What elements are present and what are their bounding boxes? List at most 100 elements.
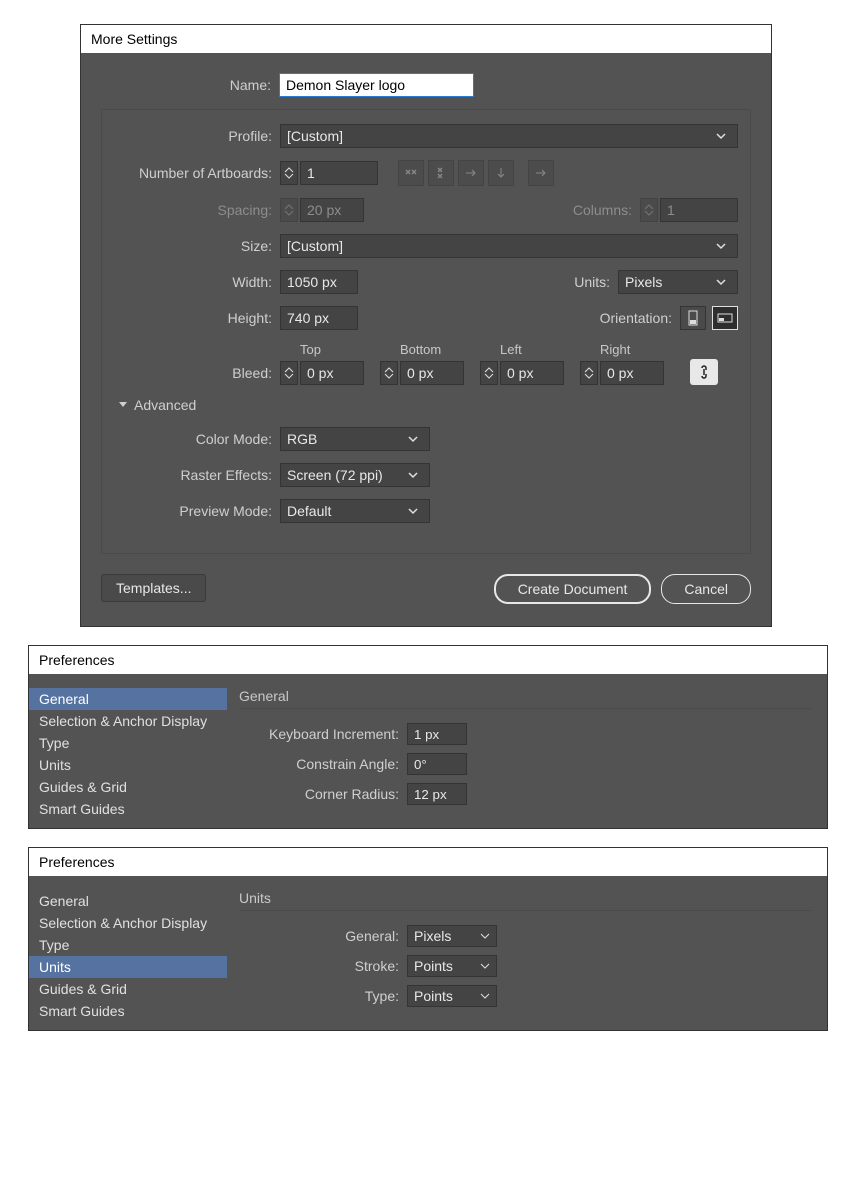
profile-dropdown[interactable]: [Custom] [280,124,738,148]
bleed-left-label: Left [480,342,564,357]
sidebar-item-guides-grid[interactable]: Guides & Grid [29,776,227,798]
orientation-portrait-button[interactable] [680,306,706,330]
bleed-label: Bleed: [114,365,280,385]
bleed-right-stepper[interactable] [580,361,598,385]
dialog-title: More Settings [81,25,771,53]
units-general-label: General: [239,928,407,944]
sidebar-item-type[interactable]: Type [29,934,227,956]
profile-label: Profile: [114,128,280,144]
corner-radius-label: Corner Radius: [239,786,407,802]
sidebar-item-guides-grid[interactable]: Guides & Grid [29,978,227,1000]
chevron-down-icon [407,469,419,481]
size-value: [Custom] [287,238,343,254]
preferences-sidebar: General Selection & Anchor Display Type … [29,876,227,1030]
create-document-button[interactable]: Create Document [494,574,652,604]
sidebar-item-units[interactable]: Units [29,956,227,978]
bleed-left-input[interactable] [500,361,564,385]
height-input[interactable] [280,306,358,330]
chevron-down-icon [480,958,490,974]
corner-radius-input[interactable] [407,783,467,805]
width-input[interactable] [280,270,358,294]
arrange-col-down-icon[interactable] [488,160,514,186]
constrain-angle-input[interactable] [407,753,467,775]
bleed-bottom-input[interactable] [400,361,464,385]
bleed-link-button[interactable] [690,359,718,385]
preview-mode-dropdown[interactable]: Default [280,499,430,523]
cancel-button[interactable]: Cancel [661,574,751,604]
settings-group: Profile: [Custom] Number of Artboards: [101,109,751,554]
chevron-down-icon [715,130,727,142]
profile-value: [Custom] [287,128,343,144]
orientation-landscape-button[interactable] [712,306,738,330]
raster-effects-label: Raster Effects: [114,467,280,483]
templates-button[interactable]: Templates... [101,574,206,602]
columns-input [660,198,738,222]
arrange-row-ltr-icon[interactable] [458,160,484,186]
keyboard-increment-input[interactable] [407,723,467,745]
preferences-general-dialog: Preferences General Selection & Anchor D… [28,645,828,829]
keyboard-increment-label: Keyboard Increment: [239,726,407,742]
color-mode-value: RGB [287,431,317,447]
chevron-down-icon [407,505,419,517]
bleed-left-stepper[interactable] [480,361,498,385]
sidebar-item-type[interactable]: Type [29,732,227,754]
section-header: General [239,688,811,709]
preview-mode-label: Preview Mode: [114,503,280,519]
units-dropdown[interactable]: Pixels [618,270,738,294]
height-label: Height: [114,310,280,326]
arrange-grid-col-icon[interactable] [428,160,454,186]
name-input[interactable] [279,73,474,97]
chevron-down-icon [480,928,490,944]
bleed-right-label: Right [580,342,664,357]
arrange-grid-row-icon[interactable] [398,160,424,186]
bleed-top-label: Top [280,342,364,357]
dialog-title: Preferences [29,646,827,674]
units-label: Units: [574,274,618,290]
dialog-title: Preferences [29,848,827,876]
preferences-units-dialog: Preferences General Selection & Anchor D… [28,847,828,1031]
sidebar-item-selection[interactable]: Selection & Anchor Display [29,710,227,732]
sidebar-item-smart-guides[interactable]: Smart Guides [29,1000,227,1022]
orientation-label: Orientation: [600,310,680,326]
units-type-dropdown[interactable]: Points [407,985,497,1007]
spacing-label: Spacing: [114,202,280,218]
size-dropdown[interactable]: [Custom] [280,234,738,258]
constrain-angle-label: Constrain Angle: [239,756,407,772]
bleed-bottom-label: Bottom [380,342,464,357]
artboards-stepper[interactable] [280,161,298,185]
chevron-down-icon [407,433,419,445]
spacing-input [300,198,364,222]
spacing-stepper [280,198,298,222]
color-mode-label: Color Mode: [114,431,280,447]
bleed-bottom-stepper[interactable] [380,361,398,385]
raster-effects-dropdown[interactable]: Screen (72 ppi) [280,463,430,487]
preview-mode-value: Default [287,503,331,519]
bleed-right-input[interactable] [600,361,664,385]
units-value: Pixels [625,274,662,290]
units-general-dropdown[interactable]: Pixels [407,925,497,947]
units-stroke-label: Stroke: [239,958,407,974]
columns-label: Columns: [573,202,640,218]
arrange-row-rtl-icon[interactable] [528,160,554,186]
sidebar-item-smart-guides[interactable]: Smart Guides [29,798,227,820]
chevron-down-icon [715,240,727,252]
raster-effects-value: Screen (72 ppi) [287,467,383,483]
columns-stepper [640,198,658,222]
sidebar-item-units[interactable]: Units [29,754,227,776]
units-stroke-dropdown[interactable]: Points [407,955,497,977]
color-mode-dropdown[interactable]: RGB [280,427,430,451]
bleed-top-input[interactable] [300,361,364,385]
advanced-section-header[interactable]: Advanced [118,397,738,413]
width-label: Width: [114,274,280,290]
units-type-value: Points [414,988,453,1004]
bleed-top-stepper[interactable] [280,361,298,385]
sidebar-item-general[interactable]: General [29,688,227,710]
more-settings-dialog: More Settings Name: Profile: [Custom] [80,24,772,627]
sidebar-item-general[interactable]: General [29,890,227,912]
chevron-down-icon [715,276,727,288]
num-artboards-label: Number of Artboards: [114,165,280,181]
section-header: Units [239,890,811,911]
sidebar-item-selection[interactable]: Selection & Anchor Display [29,912,227,934]
num-artboards-input[interactable] [300,161,378,185]
name-label: Name: [101,77,279,93]
